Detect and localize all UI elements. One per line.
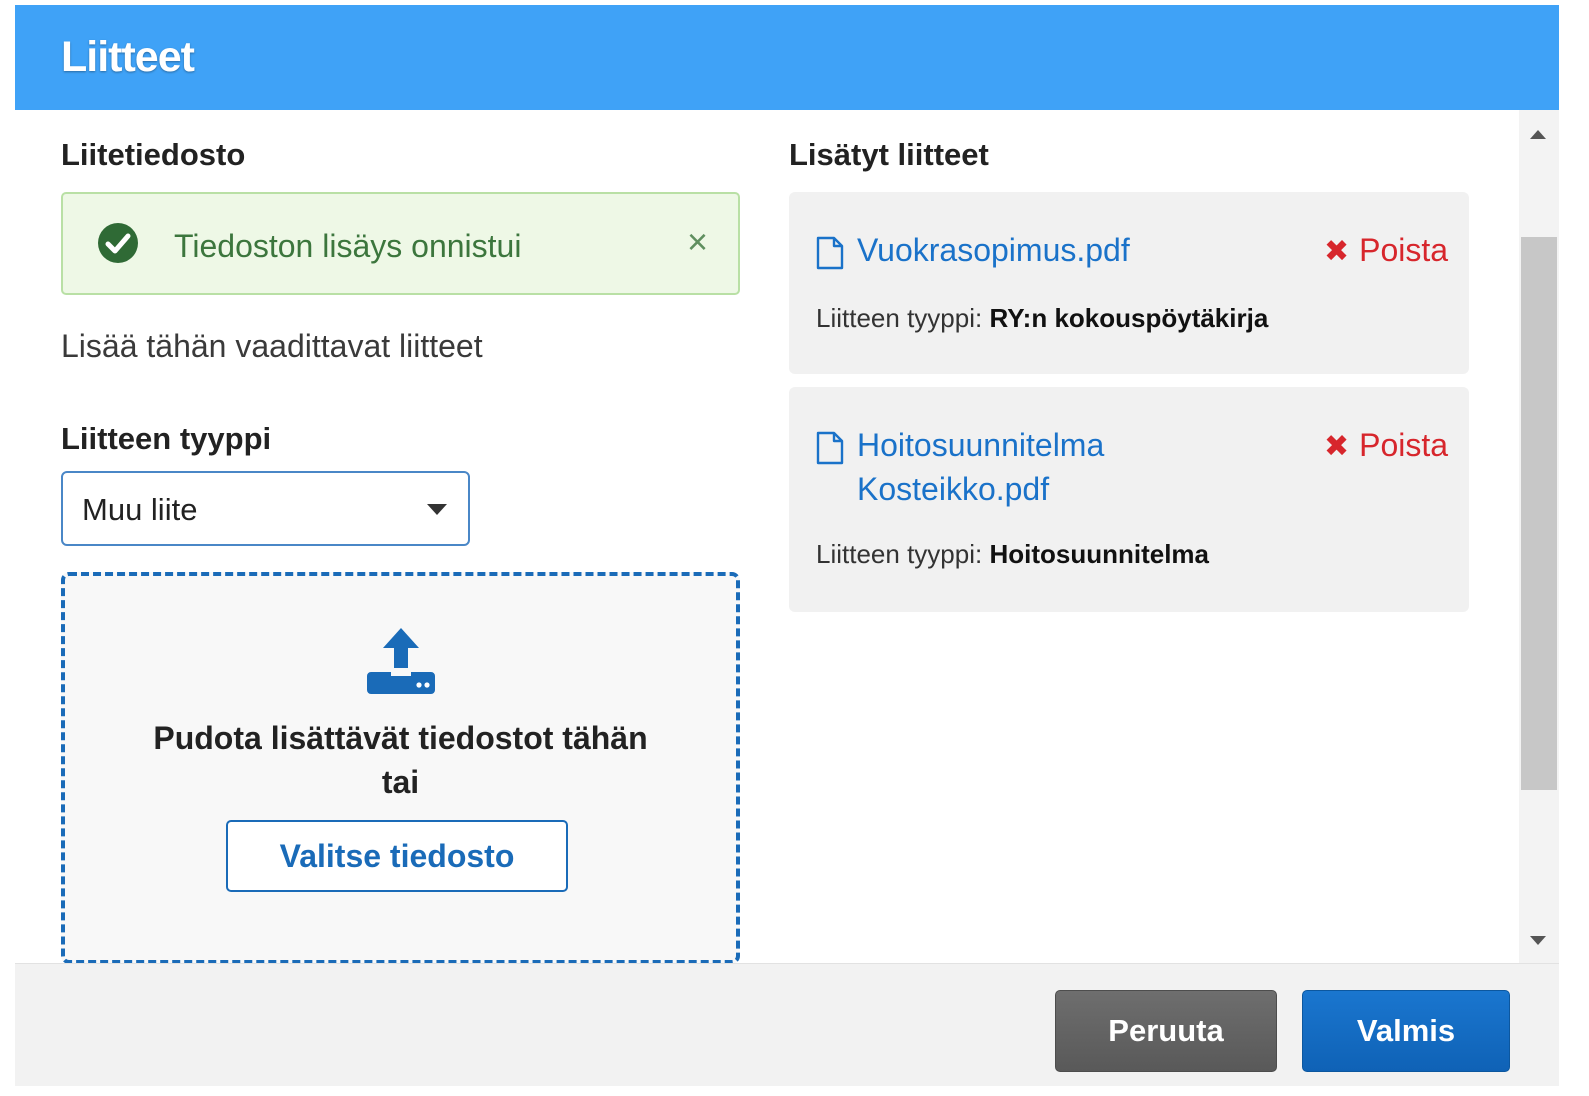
file-name-line1[interactable]: Vuokrasopimus.pdf: [857, 228, 1130, 272]
file-name-line2[interactable]: Kosteikko.pdf: [857, 467, 1104, 511]
type-value: RY:n kokouspöytäkirja: [989, 303, 1269, 333]
choose-file-button[interactable]: Valitse tiedosto: [226, 820, 568, 892]
dialog-footer: Peruuta Valmis: [15, 963, 1559, 1086]
dropzone-text: Pudota lisättävät tiedostot tähän tai: [65, 716, 736, 804]
success-message: Tiedoston lisäys onnistui: [174, 228, 522, 264]
scroll-down-icon[interactable]: [1530, 936, 1546, 945]
vertical-scrollbar[interactable]: [1519, 110, 1559, 963]
type-value: Hoitosuunnitelma: [989, 539, 1210, 569]
attachment-type-info: Liitteen tyyppi: RY:n kokouspöytäkirja: [816, 303, 1268, 334]
remove-label: Poista: [1359, 427, 1449, 463]
scroll-up-icon[interactable]: [1530, 130, 1546, 139]
file-icon: [816, 236, 844, 270]
attachment-type-label: Liitteen tyyppi: [61, 421, 272, 456]
upload-icon: [367, 628, 435, 694]
check-circle-icon: [98, 223, 138, 263]
attachment-file-link[interactable]: Vuokrasopimus.pdf: [857, 228, 1130, 272]
dropzone-text-line2: tai: [381, 764, 420, 800]
attachments-dialog: Liitteet Liitetiedosto Tiedoston lisäys …: [15, 5, 1559, 1086]
dialog-title: Liitteet: [61, 33, 195, 81]
file-dropzone[interactable]: Pudota lisättävät tiedostot tähän tai Va…: [61, 572, 740, 963]
dialog-header: Liitteet: [15, 5, 1559, 110]
success-alert: Tiedoston lisäys onnistui ×: [61, 192, 740, 295]
chevron-down-icon: [427, 504, 447, 515]
cancel-button[interactable]: Peruuta: [1055, 990, 1277, 1072]
added-attachments-title: Lisätyt liitteet: [789, 137, 989, 172]
helper-text: Lisää tähän vaadittavat liitteet: [61, 328, 483, 364]
attachment-type-info: Liitteen tyyppi: Hoitosuunnitelma: [816, 539, 1209, 570]
remove-label: Poista: [1359, 232, 1449, 268]
dialog-body: Liitetiedosto Tiedoston lisäys onnistui …: [15, 110, 1559, 963]
attachment-type-select[interactable]: Muu liite: [61, 471, 470, 546]
attachment-card: Vuokrasopimus.pdf ✖ Poista Liitteen tyypp…: [789, 192, 1469, 374]
done-button[interactable]: Valmis: [1302, 990, 1510, 1072]
scrollbar-thumb[interactable]: [1521, 237, 1557, 790]
close-alert-icon[interactable]: ×: [687, 224, 708, 260]
x-icon: ✖: [1324, 430, 1350, 463]
dropzone-text-line1: Pudota lisättävät tiedostot tähän: [153, 720, 648, 756]
file-icon: [816, 431, 844, 465]
x-icon: ✖: [1324, 235, 1350, 268]
attachment-type-value: Muu liite: [82, 492, 198, 527]
file-name-line1[interactable]: Hoitosuunnitelma: [857, 423, 1104, 467]
remove-attachment-button[interactable]: ✖ Poista: [1324, 427, 1448, 464]
remove-attachment-button[interactable]: ✖ Poista: [1324, 232, 1448, 269]
type-prefix: Liitteen tyyppi:: [816, 539, 983, 569]
attachment-card: Hoitosuunnitelma Kosteikko.pdf ✖ Poista L…: [789, 387, 1469, 612]
attachment-file-title: Liitetiedosto: [61, 137, 246, 172]
type-prefix: Liitteen tyyppi:: [816, 303, 983, 333]
attachment-file-link[interactable]: Hoitosuunnitelma Kosteikko.pdf: [857, 423, 1104, 511]
